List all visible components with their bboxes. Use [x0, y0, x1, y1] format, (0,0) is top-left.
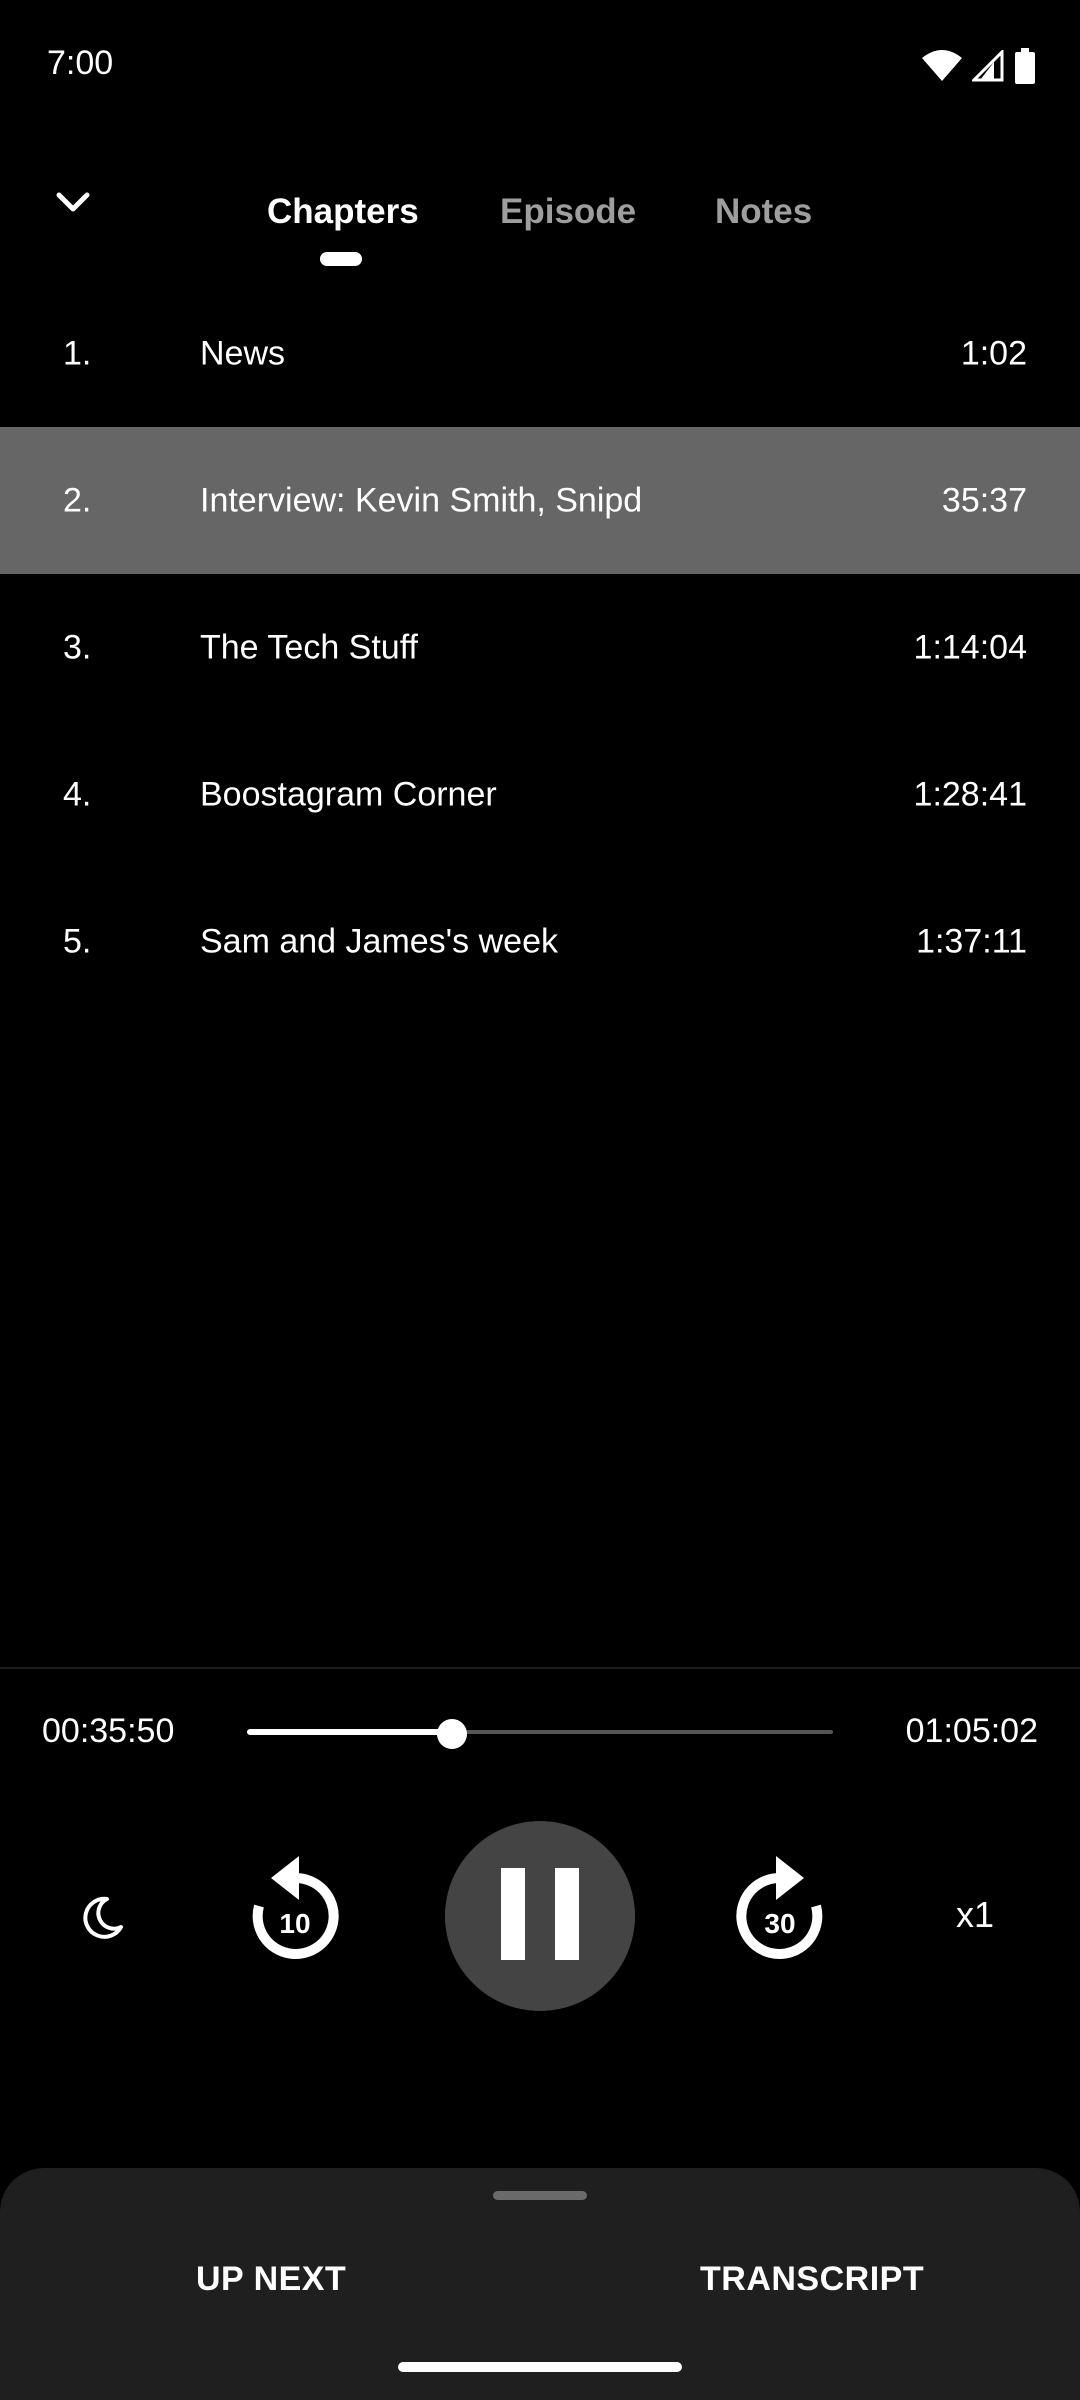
chapter-title: Sam and James's week — [200, 922, 558, 960]
rewind-button[interactable]: 10 — [240, 1848, 350, 1972]
chapter-time: 1:02 — [960, 334, 1027, 372]
chapter-row[interactable]: 4. Boostagram Corner 1:28:41 — [0, 721, 1080, 868]
chapter-number: 3. — [63, 628, 92, 666]
rewind-icon: 10 — [245, 1854, 345, 1966]
playback-speed-button[interactable]: x1 — [935, 1885, 1015, 1945]
seek-bar[interactable] — [247, 1719, 833, 1749]
chapter-row-selected[interactable]: 2. Interview: Kevin Smith, Snipd 35:37 — [0, 427, 1080, 574]
chapter-number: 2. — [63, 481, 92, 519]
chapter-time: 1:37:11 — [916, 922, 1027, 960]
up-next-button[interactable]: UP NEXT — [196, 2260, 346, 2299]
chapter-row[interactable]: 1. News 1:02 — [0, 280, 1080, 427]
status-time: 7:00 — [47, 44, 114, 82]
tab-chapters[interactable]: Chapters — [267, 192, 419, 232]
seek-thumb[interactable] — [437, 1719, 468, 1749]
pause-icon — [500, 1867, 580, 1965]
chapter-row[interactable]: 3. The Tech Stuff 1:14:04 — [0, 574, 1080, 721]
home-indicator[interactable] — [398, 2362, 682, 2372]
chapter-time: 1:28:41 — [913, 775, 1027, 813]
chapter-number: 4. — [63, 775, 92, 813]
moon-icon — [79, 1895, 125, 1946]
status-icons — [922, 46, 1036, 86]
chapter-row[interactable]: 5. Sam and James's week 1:37:11 — [0, 868, 1080, 1015]
divider — [0, 1667, 1080, 1669]
transcript-button[interactable]: TRANSCRIPT — [700, 2260, 924, 2299]
tab-indicator — [320, 252, 362, 266]
battery-icon — [1014, 48, 1036, 84]
chapter-title: Interview: Kevin Smith, Snipd — [200, 481, 643, 519]
chapter-number: 1. — [63, 334, 92, 372]
chapter-title: News — [200, 334, 286, 372]
chapters-list: 1. News 1:02 2. Interview: Kevin Smith, … — [0, 280, 1080, 1015]
chapter-title: The Tech Stuff — [200, 628, 418, 666]
status-bar: 7:00 — [0, 0, 1080, 132]
chapter-number: 5. — [63, 922, 92, 960]
signal-icon — [972, 50, 1004, 82]
tab-episode[interactable]: Episode — [500, 192, 636, 232]
forward-icon: 30 — [730, 1854, 830, 1966]
elapsed-time: 00:35:50 — [42, 1712, 175, 1750]
rewind-seconds: 10 — [279, 1908, 311, 1939]
forward-seconds: 30 — [764, 1908, 796, 1939]
sheet-handle[interactable] — [493, 2191, 587, 2200]
tab-bar: Chapters Episode Notes — [0, 170, 1080, 270]
sleep-timer-button[interactable] — [62, 1880, 142, 1960]
chapter-title: Boostagram Corner — [200, 775, 497, 813]
chapter-time: 1:14:04 — [913, 628, 1027, 666]
chapter-time: 35:37 — [941, 481, 1027, 519]
wifi-icon — [922, 50, 962, 82]
pause-button[interactable] — [445, 1821, 635, 2011]
total-time: 01:05:02 — [905, 1712, 1038, 1750]
tab-notes[interactable]: Notes — [715, 192, 812, 232]
seek-progress — [247, 1729, 453, 1735]
forward-button[interactable]: 30 — [725, 1848, 835, 1972]
